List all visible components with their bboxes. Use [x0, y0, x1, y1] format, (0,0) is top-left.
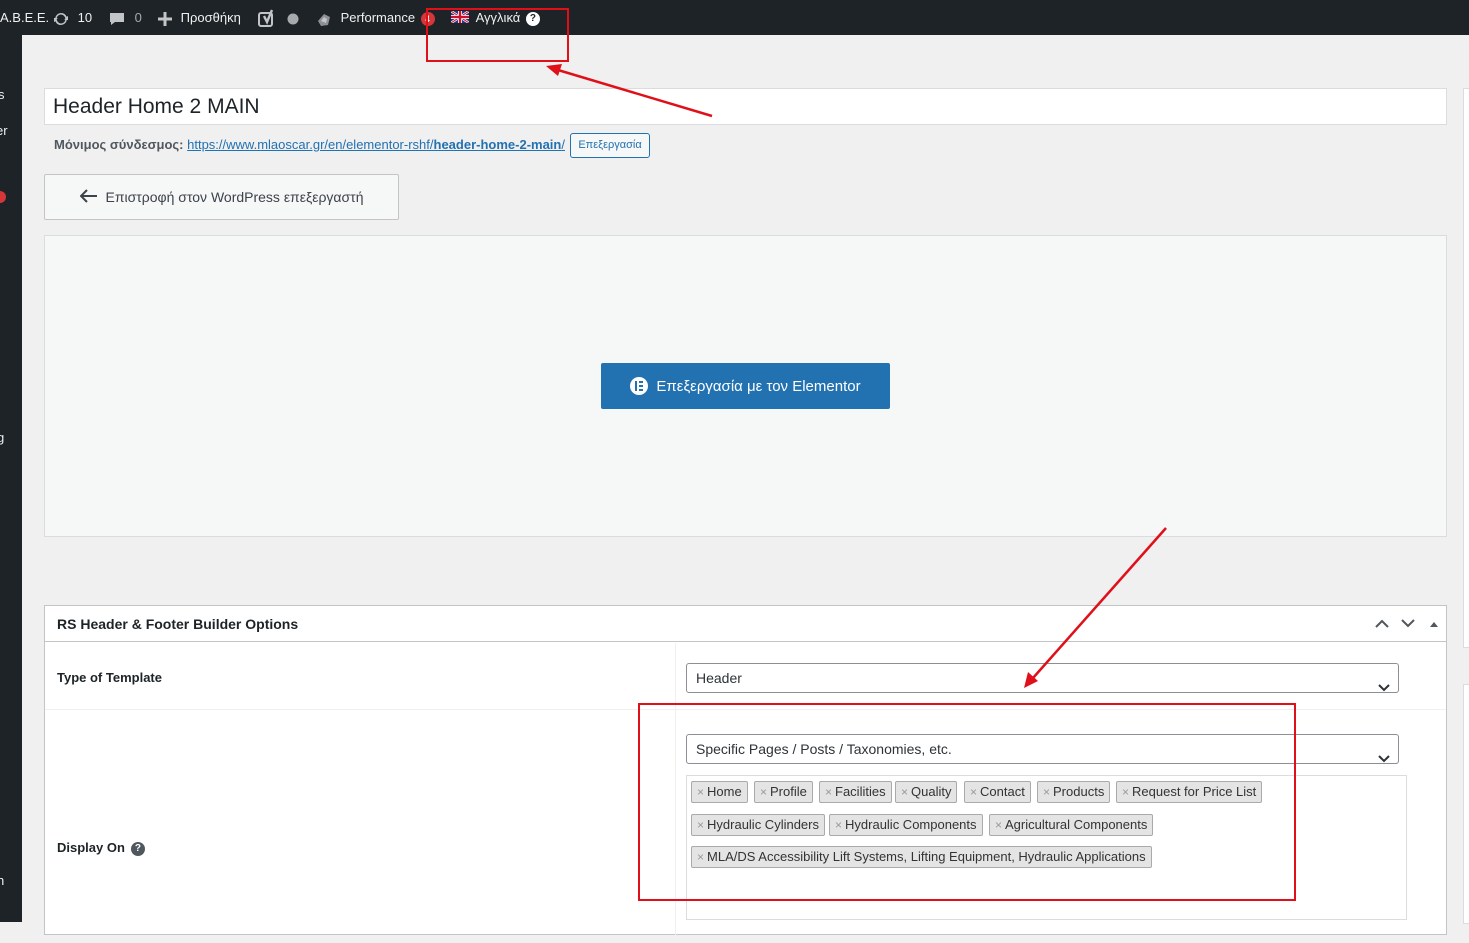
tag-item[interactable]: × Hydraulic Components — [829, 814, 983, 836]
comments-item[interactable]: 0 — [108, 0, 142, 35]
tag-item[interactable]: × Request for Price List — [1116, 781, 1263, 803]
yoast-icon — [257, 9, 281, 27]
status-dot-icon — [287, 10, 299, 25]
triangle-up-icon — [1429, 615, 1439, 633]
type-of-template-value: Header — [696, 670, 742, 686]
tag-item[interactable]: × Hydraulic Cylinders — [691, 814, 825, 836]
rs-header-footer-options-metabox: RS Header & Footer Builder Options Type … — [44, 605, 1447, 943]
sidebar-box-edge — [1463, 684, 1469, 924]
remove-tag-icon[interactable]: × — [995, 818, 1002, 832]
type-of-template-label: Type of Template — [57, 670, 162, 685]
metabox-title: RS Header & Footer Builder Options — [45, 606, 1446, 642]
chevron-down-icon — [1401, 615, 1415, 633]
menu-fragment[interactable]: n — [0, 873, 4, 888]
help-icon[interactable]: ? — [130, 841, 145, 856]
tag-item[interactable]: × Products — [1037, 781, 1111, 803]
tag-item[interactable]: × Agricultural Components — [989, 814, 1154, 836]
permalink-label: Μόνιμος σύνδεσμος: — [54, 137, 184, 152]
remove-tag-icon[interactable]: × — [1122, 785, 1129, 799]
menu-notification-dot — [0, 191, 6, 203]
permalink-link[interactable]: https://www.mlaoscar.gr/en/elementor-rsh… — [187, 137, 565, 152]
display-on-value: Specific Pages / Posts / Taxonomies, etc… — [696, 741, 952, 757]
move-down-button[interactable] — [1396, 606, 1420, 642]
type-of-template-select[interactable]: Header — [686, 663, 1399, 693]
permalink: Μόνιμος σύνδεσμος: https://www.mlaoscar.… — [54, 136, 565, 154]
add-new-label: Προσθήκη — [180, 10, 241, 25]
display-on-tags-field[interactable]: × Home × Profile × Facilities × Quality × Con… — [686, 775, 1407, 920]
edit-slug-button[interactable]: Επεξεργασία — [570, 133, 650, 158]
display-on-label: Display On? — [57, 840, 145, 856]
back-to-wordpress-editor-button[interactable]: Επιστροφή στον WordPress επεξεργαστή — [44, 174, 399, 220]
refresh-icon — [52, 10, 74, 25]
tag-item[interactable]: × Profile — [754, 781, 813, 803]
chevron-down-icon — [1378, 744, 1390, 772]
remove-tag-icon[interactable]: × — [697, 850, 704, 864]
elementor-icon — [630, 377, 649, 395]
menu-fragment[interactable]: er — [0, 123, 8, 138]
elementor-button-label: Επεξεργασία με τον Elementor — [656, 377, 861, 395]
arrow-left-icon — [79, 188, 98, 206]
sidebar-box-edge — [1463, 88, 1469, 648]
remove-tag-icon[interactable]: × — [697, 818, 704, 832]
display-on-select[interactable]: Specific Pages / Posts / Taxonomies, etc… — [686, 734, 1399, 764]
post-title-input[interactable]: Header Home 2 MAIN — [44, 88, 1447, 125]
chevron-down-icon — [1378, 673, 1390, 701]
move-up-button[interactable] — [1370, 606, 1394, 642]
remove-tag-icon[interactable]: × — [825, 785, 832, 799]
remove-tag-icon[interactable]: × — [901, 785, 908, 799]
performance-badge: 4 — [420, 11, 435, 26]
back-button-label: Επιστροφή στον WordPress επεξεργαστή — [105, 189, 364, 205]
tag-item[interactable]: × Facilities — [819, 781, 892, 803]
performance-icon — [315, 10, 337, 26]
language-switcher[interactable]: Αγγλικά ? — [450, 0, 540, 35]
add-new-item[interactable]: Προσθήκη — [157, 0, 241, 35]
remove-tag-icon[interactable]: × — [835, 818, 842, 832]
annotation-arrowhead — [546, 64, 562, 76]
edit-with-elementor-button[interactable]: Επεξεργασία με τον Elementor — [601, 363, 890, 409]
remove-tag-icon[interactable]: × — [697, 785, 704, 799]
language-label: Αγγλικά — [475, 10, 521, 25]
site-name[interactable]: A.B.E.E. — [0, 0, 49, 35]
remove-tag-icon[interactable]: × — [970, 785, 977, 799]
tag-item[interactable]: × Home — [691, 781, 748, 803]
comment-icon — [108, 10, 130, 25]
right-sidebar-edge — [1463, 88, 1469, 924]
updates-item[interactable]: 10 — [52, 0, 92, 35]
admin-bar: A.B.E.E. 10 0 Προσθήκη Performance 4 Αγγ… — [0, 0, 1469, 35]
performance-label: Performance — [340, 10, 416, 25]
tag-item[interactable]: × Quality — [895, 781, 958, 803]
uk-flag-icon — [450, 10, 473, 25]
display-on-text: Display On — [57, 840, 125, 855]
menu-fragment[interactable]: s — [0, 87, 5, 102]
yoast-item[interactable] — [257, 0, 299, 35]
tag-item[interactable]: × MLA/DS Accessibility Lift Systems, Lift… — [691, 846, 1152, 868]
plus-icon — [157, 10, 177, 26]
toggle-panel-button[interactable] — [1422, 606, 1446, 642]
column-divider — [675, 643, 676, 943]
language-badge: ? — [525, 11, 540, 26]
tag-item[interactable]: × Contact — [964, 781, 1031, 803]
menu-fragment[interactable]: g — [0, 430, 4, 445]
chevron-up-icon — [1375, 615, 1389, 633]
comments-count: 0 — [134, 10, 142, 25]
performance-item[interactable]: Performance 4 — [315, 0, 435, 35]
updates-count: 10 — [77, 10, 93, 25]
admin-menu: s er g n — [0, 35, 22, 922]
remove-tag-icon[interactable]: × — [760, 785, 767, 799]
row-divider — [45, 709, 1446, 710]
remove-tag-icon[interactable]: × — [1043, 785, 1050, 799]
